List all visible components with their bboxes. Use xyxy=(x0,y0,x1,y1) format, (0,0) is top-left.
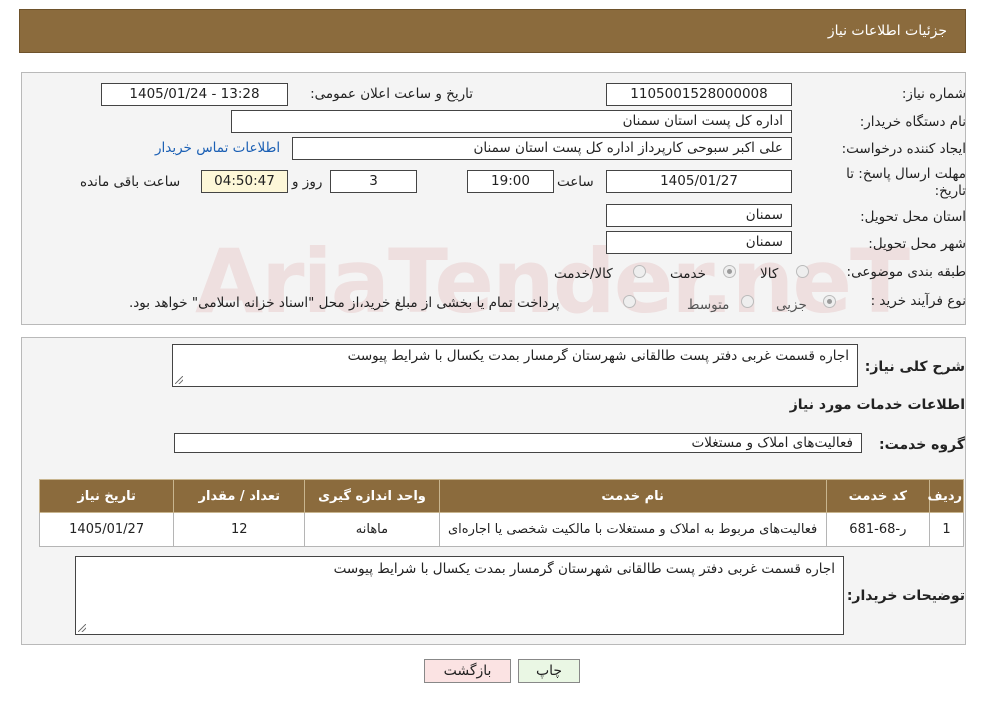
cell-quantity: 12 xyxy=(173,512,306,547)
purchase-radio-minor[interactable] xyxy=(823,295,836,308)
purchase-type-label: نوع فرآیند خرید : xyxy=(870,293,966,309)
announce-field: 1405/01/24 - 13:28 xyxy=(101,83,288,106)
category-radio-goods-service[interactable] xyxy=(633,265,646,278)
category-option-goods-service: کالا/خدمت xyxy=(554,266,613,282)
back-button[interactable]: بازگشت xyxy=(424,659,511,683)
col-header-row-number: ردیف xyxy=(927,479,965,513)
summary-text: اجاره قسمت غربی دفتر پست طالقانی شهرستان… xyxy=(347,348,849,364)
creator-field: علی اکبر سبوحی کارپرداز اداره کل پست است… xyxy=(292,137,792,160)
buyer-notes-textarea[interactable]: اجاره قسمت غربی دفتر پست طالقانی شهرستان… xyxy=(75,556,844,635)
buyer-org-label: نام دستگاه خریدار: xyxy=(859,114,966,130)
purchase-radio-treasury[interactable] xyxy=(623,295,636,308)
service-group-field: فعالیت‌های املاک و مستغلات xyxy=(174,433,862,453)
creator-label: ایجاد کننده درخواست: xyxy=(841,141,966,157)
deadline-time-label: ساعت xyxy=(557,174,594,190)
contact-buyer-link[interactable]: اطلاعات تماس خریدار xyxy=(155,140,280,156)
print-button[interactable]: چاپ xyxy=(518,659,580,683)
category-radio-goods[interactable] xyxy=(796,265,809,278)
col-header-quantity: تعداد / مقدار xyxy=(173,479,306,513)
remaining-label: ساعت باقی مانده xyxy=(80,174,181,190)
table-header-row: ردیف کد خدمت نام خدمت واحد اندازه گیری ت… xyxy=(38,479,965,513)
col-header-service-name: نام خدمت xyxy=(438,479,827,513)
summary-textarea[interactable]: اجاره قسمت غربی دفتر پست طالقانی شهرستان… xyxy=(172,344,858,387)
buyer-notes-label: توضیحات خریدار: xyxy=(846,588,965,604)
purchase-option-minor: جزیی xyxy=(776,297,807,313)
purchase-note: پرداخت تمام یا بخشی از مبلغ خرید،از محل … xyxy=(129,295,560,311)
remaining-time-field: 04:50:47 xyxy=(201,170,288,193)
category-option-goods: کالا xyxy=(760,266,779,282)
cell-need-date: 1405/01/27 xyxy=(38,512,175,547)
services-table: ردیف کد خدمت نام خدمت واحد اندازه گیری ت… xyxy=(38,479,965,547)
need-number-field: 1105001528000008 xyxy=(606,83,792,106)
table-row: 1 ر-68-681 فعالیت‌های مربوط به املاک و م… xyxy=(38,512,965,547)
col-header-need-date: تاریخ نیاز xyxy=(38,479,175,513)
services-table-wrap: ردیف کد خدمت نام خدمت واحد اندازه گیری ت… xyxy=(38,479,965,547)
page-title: جزئیات اطلاعات نیاز xyxy=(827,23,947,39)
deadline-date-field: 1405/01/27 xyxy=(606,170,792,193)
col-header-service-code: کد خدمت xyxy=(825,479,930,513)
summary-label: شرح کلی نیاز: xyxy=(864,359,965,375)
need-number-label: شماره نیاز: xyxy=(901,86,966,102)
col-header-unit: واحد اندازه گیری xyxy=(304,479,440,513)
days-label: روز و xyxy=(292,174,323,190)
announce-label: تاریخ و ساعت اعلان عمومی: xyxy=(310,86,473,102)
purchase-option-medium: متوسط xyxy=(687,297,730,313)
cell-unit: ماهانه xyxy=(304,512,440,547)
province-label: استان محل تحویل: xyxy=(860,209,966,225)
deadline-label: مهلت ارسال پاسخ: تا تاریخ: xyxy=(846,166,966,199)
buyer-notes-text: اجاره قسمت غربی دفتر پست طالقانی شهرستان… xyxy=(333,561,835,577)
cell-row-number: 1 xyxy=(928,512,965,547)
city-field: سمنان xyxy=(606,231,792,254)
category-label: طبقه بندی موضوعی: xyxy=(846,264,966,280)
cell-service-code: ر-68-681 xyxy=(825,512,930,547)
deadline-time-field: 19:00 xyxy=(467,170,554,193)
category-option-service: خدمت xyxy=(670,266,706,282)
summary-resize-grip[interactable] xyxy=(175,376,183,384)
category-radio-service[interactable] xyxy=(723,265,736,278)
page-header: جزئیات اطلاعات نیاز xyxy=(19,9,966,53)
purchase-radio-medium[interactable] xyxy=(741,295,754,308)
cell-service-name: فعالیت‌های مربوط به املاک و مستغلات با م… xyxy=(438,512,827,547)
buyer-notes-resize-grip[interactable] xyxy=(78,624,86,632)
buyer-org-field: اداره کل پست استان سمنان xyxy=(231,110,792,133)
services-section-title: اطلاعات خدمات مورد نیاز xyxy=(789,397,965,413)
city-label: شهر محل تحویل: xyxy=(868,236,966,252)
service-group-label: گروه خدمت: xyxy=(879,437,965,453)
province-field: سمنان xyxy=(606,204,792,227)
days-field: 3 xyxy=(330,170,417,193)
